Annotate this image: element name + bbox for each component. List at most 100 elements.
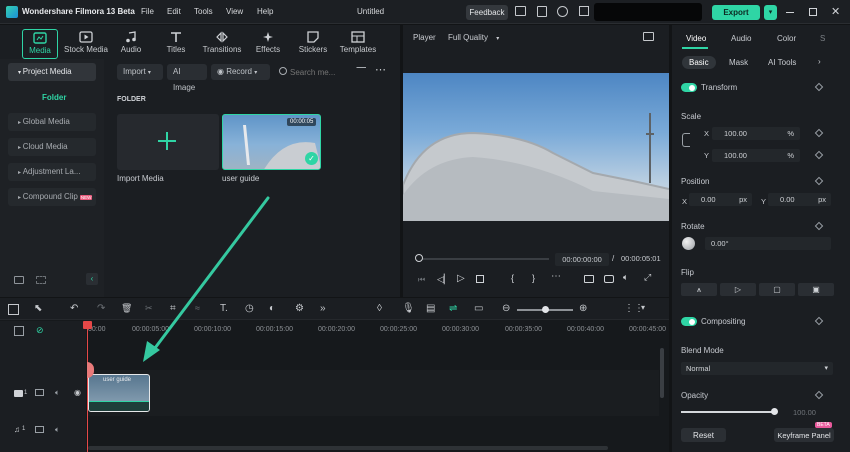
folder-icon[interactable] [35, 389, 44, 396]
blend-mode-select[interactable]: Normal ▾ [681, 362, 833, 375]
more-player-icon[interactable]: ⋯ [551, 271, 561, 282]
add-track-icon[interactable] [14, 326, 24, 336]
more-options-icon[interactable]: ⋯ [375, 63, 386, 76]
transform-toggle[interactable] [681, 83, 697, 92]
fullscreen-icon[interactable]: ⤢ [644, 272, 651, 283]
playhead-handle[interactable] [83, 321, 92, 329]
tab-transitions[interactable]: Transitions [196, 29, 248, 59]
media-clip-thumbnail[interactable]: 00:00:05 ✓ [222, 114, 321, 170]
menu-tools[interactable]: Tools [194, 7, 213, 16]
undo-icon[interactable]: ↶ [70, 303, 84, 317]
adjust-icon[interactable]: ⚙ [295, 303, 309, 317]
mark-out-icon[interactable]: } [532, 273, 535, 283]
quality-dropdown[interactable]: Full Quality ▾ [448, 33, 499, 42]
crop-icon[interactable]: ⌗ [170, 303, 184, 317]
cloud-upload-icon[interactable] [557, 6, 568, 17]
monitor-icon[interactable] [515, 6, 526, 16]
subtab-basic[interactable]: Basic [682, 56, 716, 69]
timeline-clip[interactable]: user guide [88, 374, 150, 412]
chevron-right-icon[interactable]: › [818, 57, 821, 66]
layout-icon[interactable] [8, 304, 19, 315]
volume-icon[interactable]: 🔈︎ [623, 272, 628, 283]
progress-track[interactable] [418, 258, 549, 260]
sidebar-item-global-media[interactable]: ▸ Global Media [8, 113, 96, 131]
folder-icon[interactable] [35, 426, 44, 433]
tab-color[interactable]: Color [777, 34, 796, 43]
display-icon[interactable] [584, 275, 594, 283]
prev-frame-icon[interactable]: ⏮ [418, 275, 425, 285]
link-ratio-icon[interactable] [682, 133, 690, 147]
mark-in-icon[interactable]: { [511, 273, 514, 283]
rotate-right-button[interactable]: ▣ [798, 283, 834, 296]
sidebar-item-folder[interactable]: Folder [8, 89, 96, 107]
rotate-left-button[interactable]: ▢ [759, 283, 795, 296]
restore-icon[interactable] [809, 8, 817, 16]
close-icon[interactable]: ✕ [831, 5, 840, 18]
ai-image-button[interactable]: AI Image [167, 64, 207, 92]
keyframe-panel-button[interactable]: Keyframe Panel [774, 428, 834, 442]
menu-file[interactable]: File [141, 7, 154, 16]
menu-dropdown-icon[interactable]: ▾ [764, 5, 777, 20]
sidebar-item-adjustment-layer[interactable]: ▸ Adjustment La... [8, 163, 96, 181]
scissors-icon[interactable]: ✂ [145, 303, 159, 317]
tab-templates[interactable]: Templates [332, 29, 384, 59]
snapshot-view-icon[interactable] [643, 32, 654, 41]
filter-icon[interactable] [356, 67, 366, 76]
tab-speed[interactable]: S [820, 34, 825, 43]
step-back-icon[interactable]: ◁▏ [437, 274, 451, 285]
opacity-value[interactable]: 100.00 [793, 408, 816, 417]
opacity-slider-track[interactable] [681, 411, 775, 413]
redo-icon[interactable]: ↷ [97, 303, 111, 317]
grid-icon[interactable] [579, 6, 589, 16]
color-palette-icon[interactable]: ◐ [269, 303, 283, 317]
position-x-field[interactable]: 0.00 px [689, 193, 752, 206]
magnet-link-icon[interactable]: ⊘ [36, 325, 44, 336]
position-y-field[interactable]: 0.00 px [768, 193, 831, 206]
more-tools-icon[interactable]: » [320, 303, 334, 317]
speed-curve-icon[interactable]: ≈ [195, 303, 209, 317]
mute-icon[interactable]: 🔈︎ [55, 425, 60, 435]
timer-icon[interactable]: ◷ [245, 303, 259, 317]
search-input[interactable] [290, 64, 350, 80]
progress-handle[interactable] [415, 254, 423, 262]
lock-icon[interactable]: 🔈︎ [55, 388, 60, 398]
opacity-slider-handle[interactable] [771, 408, 778, 415]
microphone-icon[interactable]: 🎙︎ [402, 303, 416, 317]
text-icon[interactable]: T. [220, 303, 234, 317]
timeline-more-icon[interactable]: ▾ [641, 303, 655, 317]
link-icon[interactable]: ⇌ [449, 303, 463, 317]
keyframe-diamond-icon[interactable] [814, 150, 824, 160]
rotate-dial-icon[interactable] [682, 237, 695, 250]
keyframe-diamond-icon[interactable] [814, 221, 824, 231]
feedback-button[interactable]: Feedback [466, 5, 508, 20]
select-pointer-icon[interactable]: ⬉ [34, 303, 48, 317]
scale-y-field[interactable]: 100.00% [712, 149, 800, 162]
keyframe-diamond-icon[interactable] [814, 316, 824, 326]
import-media-tile[interactable] [117, 114, 219, 170]
tab-video[interactable]: Video [686, 34, 706, 43]
keyframe-diamond-icon[interactable] [814, 176, 824, 186]
tab-audio-props[interactable]: Audio [731, 34, 751, 43]
stop-icon[interactable] [476, 275, 484, 283]
menu-view[interactable]: View [226, 7, 243, 16]
shield-icon[interactable]: ◊ [377, 303, 391, 317]
import-dropdown[interactable]: Import ▾ [117, 64, 163, 80]
keyframe-diamond-icon[interactable] [814, 390, 824, 400]
reset-button[interactable]: Reset [681, 428, 726, 442]
eye-icon[interactable]: ◉ [74, 388, 81, 397]
audio-mix-icon[interactable]: ▤ [426, 303, 440, 317]
folder-icon[interactable] [36, 276, 46, 284]
camera-snapshot-icon[interactable] [604, 275, 614, 283]
subtab-mask[interactable]: Mask [729, 58, 748, 67]
rotate-field[interactable]: 0.00° [705, 237, 831, 250]
delete-icon[interactable]: 🗑︎ [121, 303, 135, 317]
minimize-icon[interactable] [786, 12, 794, 13]
sidebar-item-compound-clip[interactable]: ▸ Compound Clip NEW [8, 188, 96, 206]
vertical-scrollbar[interactable] [660, 348, 664, 398]
collapse-sidebar-icon[interactable]: ‹ [86, 273, 98, 285]
tab-titles[interactable]: Titles [150, 29, 202, 59]
account-area[interactable] [594, 3, 702, 21]
keyframe-diamond-icon[interactable] [814, 82, 824, 92]
compositing-toggle[interactable] [681, 317, 697, 326]
save-icon[interactable] [537, 6, 547, 17]
